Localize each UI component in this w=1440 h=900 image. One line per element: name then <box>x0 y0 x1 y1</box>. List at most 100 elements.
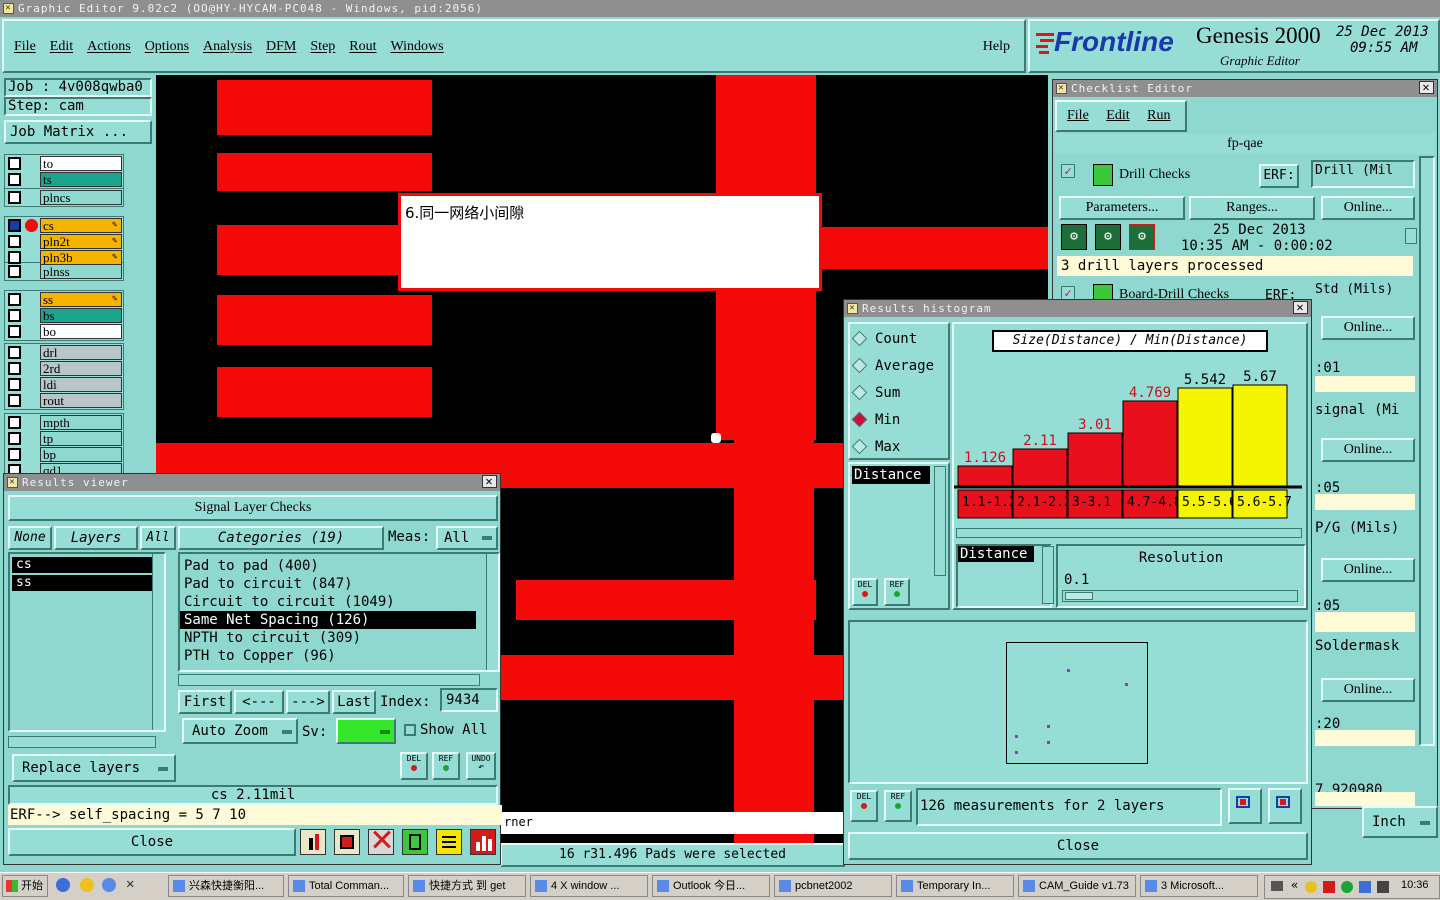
layer-checkbox[interactable] <box>8 309 21 322</box>
zoom-out-icon[interactable] <box>1268 788 1302 824</box>
layer-name[interactable]: tp <box>40 431 122 446</box>
scrollbar[interactable] <box>486 554 498 670</box>
graphic-view-icon[interactable] <box>334 829 360 855</box>
scrollbar[interactable] <box>152 554 164 730</box>
layer-checkbox[interactable] <box>8 432 21 445</box>
layer-results-list[interactable]: cs ss <box>8 552 166 732</box>
histogram-bar[interactable] <box>1122 400 1178 487</box>
layer-name[interactable]: ldi <box>40 377 122 392</box>
layer-name[interactable]: bp <box>40 447 122 462</box>
menu-dfm[interactable]: DFM <box>266 39 296 54</box>
taskbar-item[interactable]: 快捷方式 到 get <box>408 875 526 897</box>
layer-name[interactable]: bs <box>40 308 122 323</box>
none-button[interactable]: None <box>8 526 52 550</box>
mode-option-min[interactable]: Min <box>851 409 934 436</box>
distance-field-label[interactable]: Distance <box>958 546 1034 562</box>
close-icon[interactable]: ✕ <box>482 475 497 488</box>
show-all-checkbox[interactable] <box>404 724 416 736</box>
browser-icon[interactable] <box>56 878 70 892</box>
quick-launch-icon[interactable] <box>102 878 116 892</box>
radio-icon[interactable] <box>851 384 868 401</box>
meas-dropdown[interactable]: All <box>436 526 498 550</box>
layer-name[interactable]: plnss <box>40 264 122 279</box>
close-button[interactable]: Close <box>848 832 1308 860</box>
histogram-bar[interactable] <box>1232 384 1288 487</box>
distance-list-item[interactable]: Distance <box>852 466 930 484</box>
histogram-bar[interactable] <box>1177 387 1233 487</box>
units-dropdown[interactable]: Inch <box>1362 806 1438 838</box>
report-icon[interactable] <box>436 829 462 855</box>
layer-name[interactable]: bo <box>40 324 122 339</box>
layer-checkbox[interactable] <box>8 448 21 461</box>
online-button[interactable]: Online... <box>1321 438 1415 462</box>
horizontal-scrollbar[interactable] <box>178 674 480 686</box>
layer-name[interactable]: pln3b <box>40 250 122 265</box>
replace-layers-dropdown[interactable]: Replace layers <box>12 754 176 782</box>
online-button[interactable]: Online... <box>1321 558 1415 582</box>
histogram-bar[interactable] <box>1012 448 1068 487</box>
delete-button[interactable]: DEL <box>852 578 878 606</box>
menu-rout[interactable]: Rout <box>349 39 376 54</box>
tray-network-icon[interactable] <box>1341 881 1353 893</box>
layer-name[interactable]: ts <box>40 172 122 187</box>
reference-button[interactable]: REF <box>884 578 910 606</box>
chart-scrollbar[interactable] <box>956 528 1302 538</box>
scrollbar[interactable] <box>934 466 946 576</box>
layer-name[interactable]: rout <box>40 393 122 408</box>
layer-name[interactable]: ss <box>40 292 122 307</box>
close-icon[interactable]: ✕ <box>1293 301 1308 314</box>
all-button[interactable]: All <box>140 526 176 550</box>
first-button[interactable]: First <box>178 690 232 714</box>
taskbar-item[interactable]: Outlook 今日... <box>652 875 770 897</box>
menu-edit[interactable]: Edit <box>50 39 73 54</box>
auto-zoom-dropdown[interactable]: Auto Zoom <box>182 718 298 744</box>
layer-checkbox[interactable] <box>8 293 21 306</box>
category-item[interactable]: Pad to pad (400) <box>180 557 476 575</box>
layer-checkbox[interactable] <box>8 157 21 170</box>
layer-checkbox[interactable] <box>8 191 21 204</box>
layer-checkbox[interactable] <box>8 173 21 186</box>
mode-option-average[interactable]: Average <box>851 355 934 382</box>
menu-file[interactable]: File <box>14 39 36 54</box>
delete-button[interactable]: DEL <box>400 752 428 780</box>
layer-checkbox[interactable] <box>8 235 21 248</box>
taskbar-item[interactable]: CAM_Guide v1.73 <box>1018 875 1136 897</box>
tray-app-icon[interactable] <box>1305 881 1317 893</box>
close-button[interactable]: Close <box>8 828 296 856</box>
categories-button[interactable]: Categories (19) <box>178 526 384 550</box>
radio-icon[interactable] <box>851 357 868 374</box>
tray-expand-icon[interactable]: « <box>1291 878 1298 892</box>
last-button[interactable]: Last <box>332 690 376 714</box>
list-item[interactable]: cs <box>12 557 152 573</box>
layer-checkbox[interactable] <box>8 394 21 407</box>
tray-volume-icon[interactable] <box>1359 881 1371 893</box>
layer-checkbox[interactable] <box>8 362 21 375</box>
taskbar-item[interactable]: 4 X window ... <box>530 875 648 897</box>
menu-step[interactable]: Step <box>310 39 335 54</box>
mode-option-sum[interactable]: Sum <box>851 382 934 409</box>
index-field[interactable]: 9434 <box>440 688 498 712</box>
menu-analysis[interactable]: Analysis <box>203 39 252 54</box>
taskbar-item[interactable]: 兴森快捷衡阳... <box>168 875 284 897</box>
histogram-bar[interactable] <box>957 465 1013 487</box>
category-item[interactable]: Circuit to circuit (1049) <box>180 593 476 611</box>
layers-button[interactable]: Layers <box>54 526 138 550</box>
horizontal-scrollbar[interactable] <box>8 736 156 748</box>
layer-name[interactable]: 2rd <box>40 361 122 376</box>
undo-button[interactable]: UNDO ↶ <box>466 752 496 780</box>
category-item[interactable]: PTH to Copper (96) <box>180 647 476 665</box>
layer-name[interactable]: pln2t <box>40 234 122 249</box>
start-button[interactable]: 开始 <box>2 875 48 897</box>
histogram-bar[interactable] <box>1067 432 1123 487</box>
mode-option-count[interactable]: Count <box>851 328 934 355</box>
slider-thumb[interactable] <box>1065 592 1093 600</box>
list-item[interactable]: ss <box>12 575 152 591</box>
layer-checkbox[interactable] <box>8 265 21 278</box>
histogram-icon[interactable] <box>470 829 496 855</box>
help-menu[interactable]: Help <box>983 39 1010 55</box>
taskbar-item[interactable]: pcbnet2002 <box>774 875 892 897</box>
keyboard-icon[interactable] <box>1271 881 1283 891</box>
previous-button[interactable]: <--- <box>234 690 284 714</box>
layer-checkbox[interactable] <box>8 219 21 232</box>
online-button[interactable]: Online... <box>1321 678 1415 702</box>
